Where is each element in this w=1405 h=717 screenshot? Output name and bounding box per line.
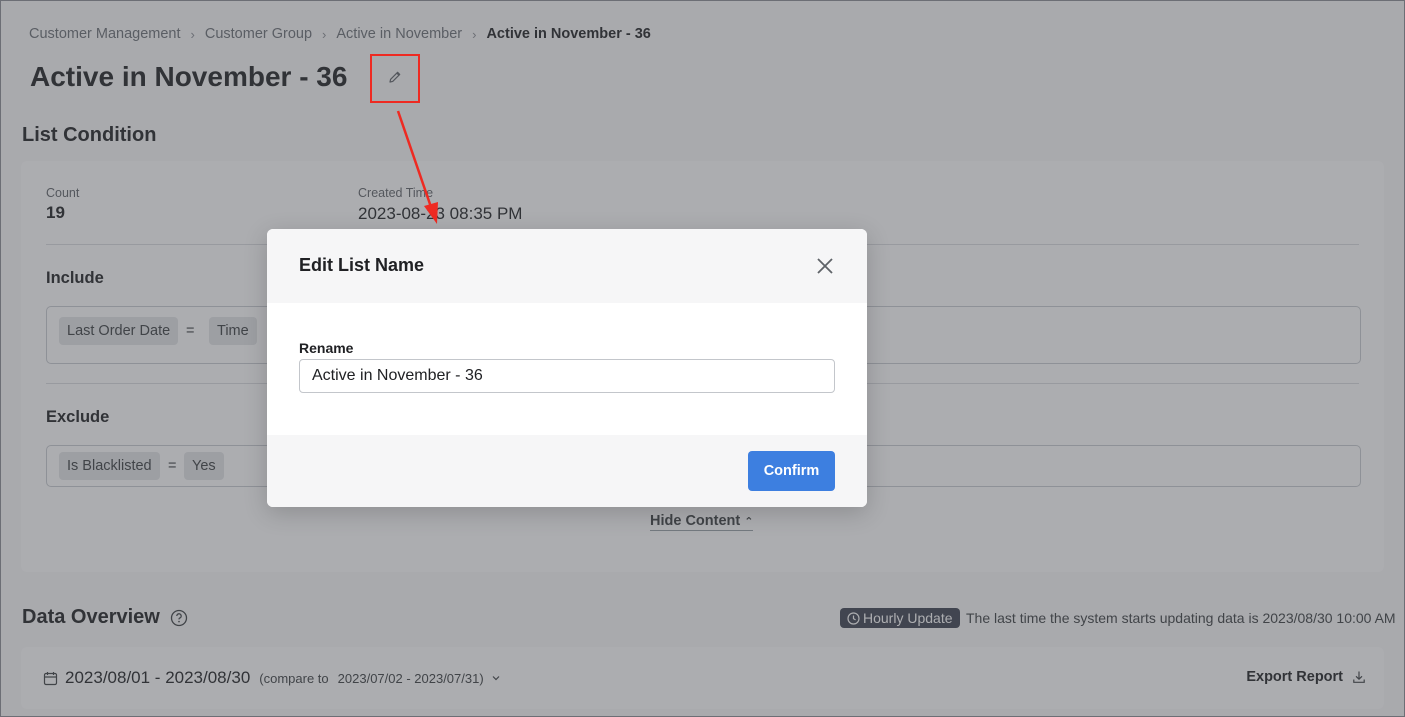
annotation-highlight-box — [370, 54, 420, 103]
confirm-button[interactable]: Confirm — [748, 451, 835, 491]
close-button[interactable] — [812, 253, 838, 279]
edit-list-name-modal: Edit List Name Rename Confirm — [267, 229, 867, 507]
modal-footer: Confirm — [267, 435, 867, 507]
close-icon — [817, 258, 833, 274]
rename-input[interactable] — [299, 359, 835, 393]
rename-label: Rename — [299, 340, 354, 356]
modal-title: Edit List Name — [299, 255, 425, 275]
modal-header: Edit List Name — [267, 229, 867, 303]
